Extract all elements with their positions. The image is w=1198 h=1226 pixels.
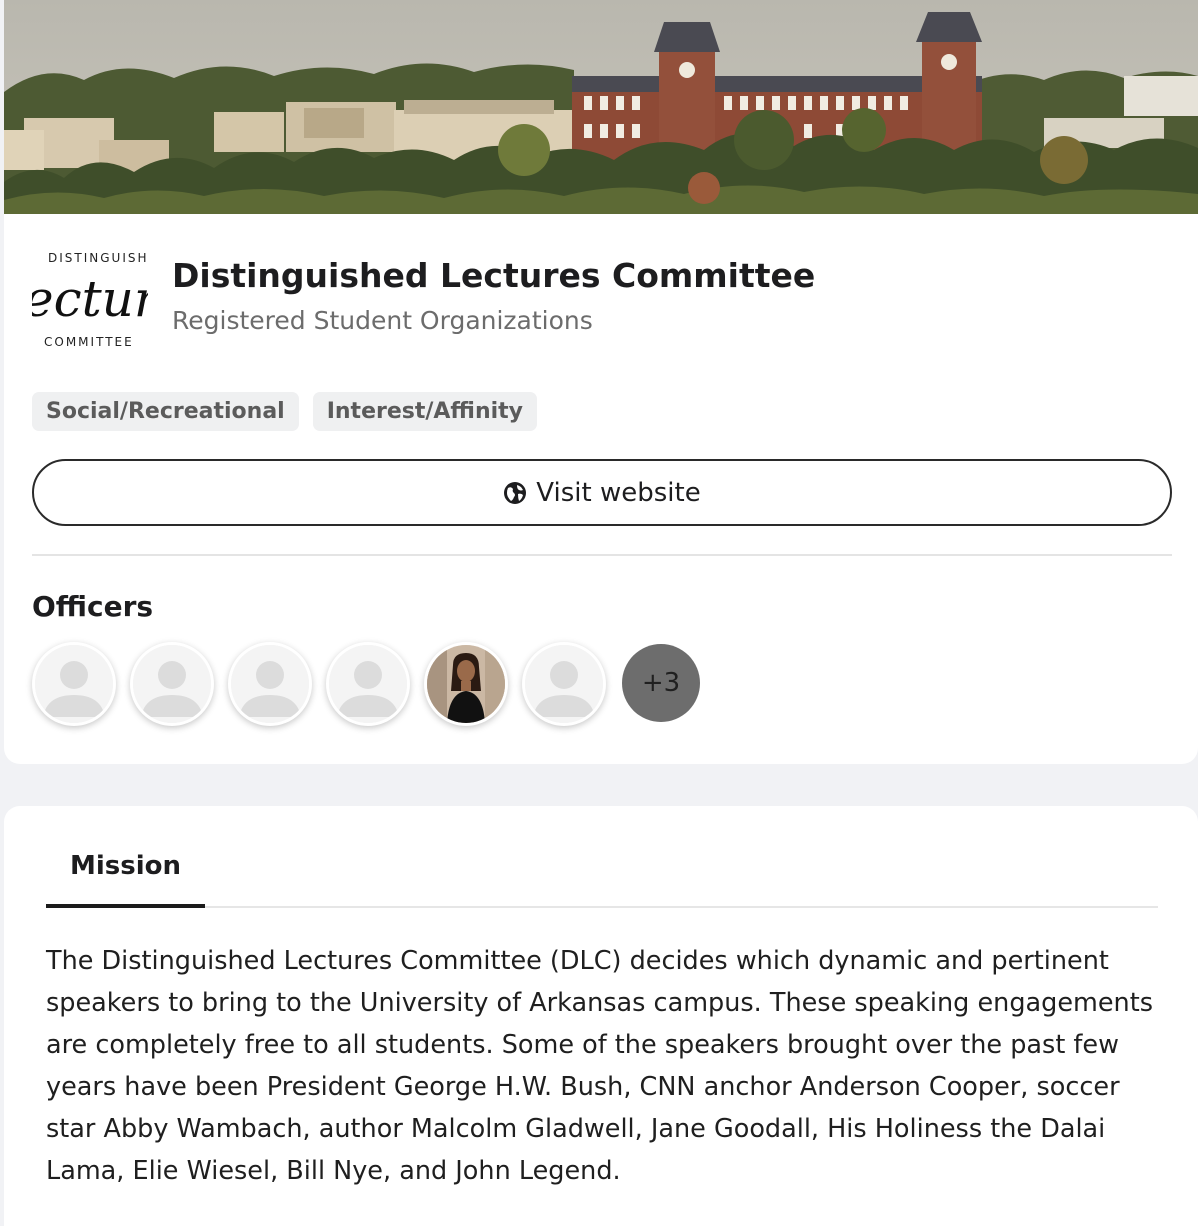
person-placeholder-icon [231,645,309,723]
logo-text-middle: ectur [32,270,148,328]
person-placeholder-icon [35,645,113,723]
tag-social-recreational[interactable]: Social/Recreational [32,392,299,431]
officer-avatar-4[interactable] [326,642,410,726]
logo-text-top: DISTINGUISHED [48,251,148,265]
person-placeholder-icon [329,645,407,723]
officer-avatar-5-photo[interactable] [424,642,508,726]
person-placeholder-icon [133,645,211,723]
officer-photo [427,645,505,723]
person-placeholder-icon [525,645,603,723]
mission-text: The Distinguished Lectures Committee (DL… [46,946,1153,1186]
organization-profile-card: DISTINGUISHED ectur COMMITTEE Distinguis… [4,0,1198,764]
organization-name: Distinguished Lectures Committee [172,256,816,295]
tag-interest-affinity[interactable]: Interest/Affinity [312,392,538,431]
organization-category: Registered Student Organizations [172,306,593,335]
organization-logo: DISTINGUISHED ectur COMMITTEE [32,246,148,352]
logo-text-bottom: COMMITTEE [44,335,134,349]
campus-banner-image [4,0,1198,214]
visit-website-button[interactable]: Visit website [32,459,1172,526]
globe-icon [504,481,527,504]
mission-card: Mission The Distinguished Lectures Commi… [4,806,1198,1226]
officer-avatar-1[interactable] [32,642,116,726]
officer-avatar-3[interactable] [228,642,312,726]
officer-avatar-2[interactable] [130,642,214,726]
category-tags: Social/Recreational Interest/Affinity [32,392,538,431]
officer-avatar-6[interactable] [522,642,606,726]
tab-mission[interactable]: Mission [46,806,205,908]
officers-heading: Officers [32,590,154,623]
more-officers-button[interactable]: +3 [622,644,700,722]
section-divider [32,554,1172,556]
visit-website-label: Visit website [536,477,701,508]
tab-bar: Mission [46,806,1158,908]
